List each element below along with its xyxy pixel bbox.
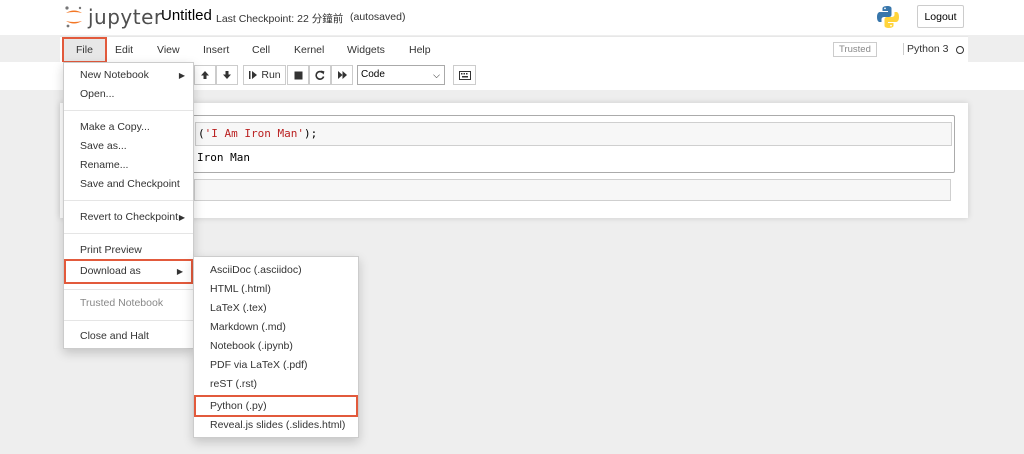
cell-type-select[interactable]: Code ⌵ — [357, 65, 445, 85]
stop-icon — [294, 71, 302, 79]
logout-button[interactable]: Logout — [917, 5, 964, 28]
menu-divider — [64, 200, 193, 201]
menu-widgets[interactable]: Widgets — [343, 37, 389, 63]
download-as-submenu: AsciiDoc (.asciidoc) HTML (.html) LaTeX … — [193, 256, 359, 438]
checkpoint-status: Last Checkpoint: 22 分鐘前 — [216, 13, 344, 25]
move-down-button[interactable] — [216, 65, 238, 85]
move-up-button[interactable] — [194, 65, 216, 85]
menu-divider — [64, 233, 193, 234]
restart-icon — [315, 70, 325, 80]
menu-trusted-notebook[interactable]: Trusted Notebook — [64, 294, 193, 313]
notebook-title[interactable]: Untitled — [161, 7, 212, 24]
run-button[interactable]: Run — [243, 65, 286, 85]
download-asciidoc[interactable]: AsciiDoc (.asciidoc) — [194, 261, 358, 280]
download-notebook[interactable]: Notebook (.ipynb) — [194, 337, 358, 356]
step-run-icon — [249, 71, 258, 79]
download-html[interactable]: HTML (.html) — [194, 280, 358, 299]
menu-new-notebook[interactable]: New Notebook ▶ — [64, 66, 193, 85]
caret-right-icon: ▶ — [178, 71, 185, 80]
caret-right-icon: ▶ — [178, 213, 185, 222]
file-menu-dropdown: New Notebook ▶ Open... Make a Copy... Sa… — [63, 62, 194, 349]
menu-divider — [64, 320, 193, 321]
arrow-down-icon — [223, 71, 231, 79]
menu-print-preview[interactable]: Print Preview — [64, 241, 193, 260]
fast-forward-icon — [337, 71, 347, 79]
menu-save-checkpoint[interactable]: Save and Checkpoint — [64, 175, 193, 194]
notebook-container: ('I Am Iron Man'); Iron Man — [60, 103, 968, 218]
jupyter-logo[interactable]: jupyter — [63, 4, 163, 30]
cell-output: Iron Man — [197, 151, 250, 164]
empty-code-cell[interactable] — [194, 179, 951, 201]
interrupt-button[interactable] — [287, 65, 309, 85]
menu-divider — [64, 289, 193, 290]
menu-open[interactable]: Open... — [64, 85, 193, 104]
jupyter-wordmark: jupyter — [88, 5, 163, 29]
command-palette-button[interactable] — [453, 65, 476, 85]
menu-revert-checkpoint[interactable]: Revert to Checkpoint ▶ — [64, 208, 193, 227]
download-python[interactable]: Python (.py) — [194, 395, 358, 417]
download-revealjs[interactable]: Reveal.js slides (.slides.html) — [194, 416, 358, 435]
python-logo-icon — [877, 6, 899, 28]
code-cell[interactable]: ('I Am Iron Man'); Iron Man — [188, 115, 955, 173]
menu-edit[interactable]: Edit — [111, 37, 137, 63]
menu-cell[interactable]: Cell — [248, 37, 274, 63]
keyboard-icon — [458, 70, 471, 80]
menu-help[interactable]: Help — [405, 37, 435, 63]
arrow-up-icon — [201, 71, 209, 79]
download-rest[interactable]: reST (.rst) — [194, 375, 358, 394]
code-prefix: ( — [198, 127, 205, 140]
menu-save-as[interactable]: Save as... — [64, 137, 193, 156]
code-string: 'I Am Iron Man' — [204, 127, 304, 140]
caret-right-icon: ▶ — [176, 267, 183, 276]
menu-file[interactable]: File — [62, 37, 107, 63]
new-notebook-label: New Notebook — [80, 69, 149, 81]
revert-label: Revert to Checkpoint — [80, 211, 179, 223]
autosave-status: (autosaved) — [350, 11, 406, 23]
download-as-label: Download as — [80, 265, 141, 277]
kernel-name: Python 3 — [903, 43, 948, 55]
download-markdown[interactable]: Markdown (.md) — [194, 318, 358, 337]
kernel-status-circle-icon — [956, 46, 964, 54]
download-latex[interactable]: LaTeX (.tex) — [194, 299, 358, 318]
restart-button[interactable] — [309, 65, 331, 85]
menu-close-halt[interactable]: Close and Halt — [64, 327, 193, 346]
download-pdf[interactable]: PDF via LaTeX (.pdf) — [194, 356, 358, 375]
menu-view[interactable]: View — [153, 37, 184, 63]
trusted-indicator[interactable]: Trusted — [833, 42, 877, 57]
menu-download-as[interactable]: Download as ▶ — [64, 259, 193, 284]
menubar: File Edit View Insert Cell Kernel Widget… — [60, 36, 968, 63]
restart-run-all-button[interactable] — [331, 65, 353, 85]
menu-make-copy[interactable]: Make a Copy... — [64, 118, 193, 137]
run-label: Run — [261, 69, 281, 81]
header: jupyter Untitled Last Checkpoint: 22 分鐘前… — [0, 0, 1024, 35]
menu-kernel[interactable]: Kernel — [290, 37, 328, 63]
code-suffix: ); — [303, 127, 318, 140]
cell-type-value: Code — [361, 69, 385, 80]
chevron-down-icon: ⌵ — [433, 70, 440, 80]
menu-rename[interactable]: Rename... — [64, 156, 193, 175]
menu-divider — [64, 110, 193, 111]
code-input[interactable]: ('I Am Iron Man'); — [195, 122, 952, 146]
menu-insert[interactable]: Insert — [199, 37, 233, 63]
jupyter-logo-icon — [65, 6, 82, 28]
